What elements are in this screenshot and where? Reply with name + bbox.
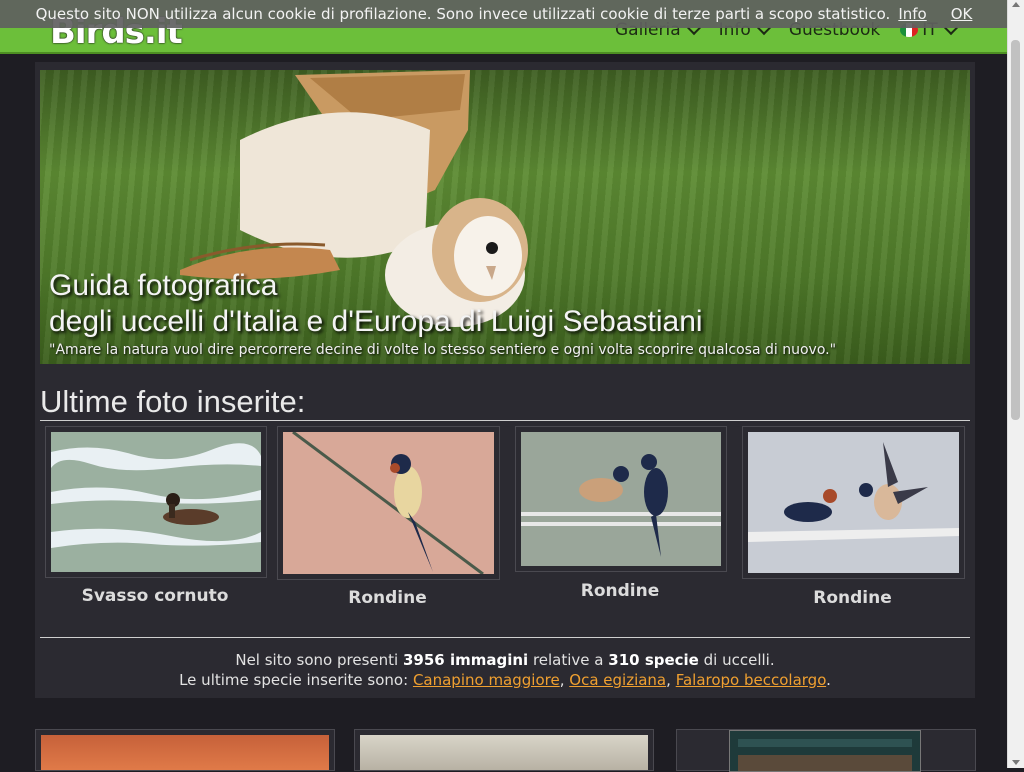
scroll-down-arrow-icon[interactable]	[1012, 760, 1020, 765]
site-stats: Nel sito sono presenti 3956 immagini rel…	[40, 650, 970, 690]
main-panel: Guida fotografica degli uccelli d'Italia…	[35, 62, 975, 698]
photo-thumb-4[interactable]	[742, 426, 965, 579]
hero-title-line2: degli uccelli d'Italia e d'Europa di Lui…	[49, 305, 703, 338]
photo-thumb-2[interactable]	[277, 426, 500, 580]
photo-thumb-3[interactable]	[515, 426, 727, 572]
bird-photo	[360, 735, 648, 770]
hero-banner: Guida fotografica degli uccelli d'Italia…	[40, 70, 970, 364]
scrollbar-thumb[interactable]	[1011, 40, 1020, 420]
section-divider	[40, 420, 970, 421]
photo-caption-2[interactable]: Rondine	[277, 588, 498, 608]
species-link-oca[interactable]: Oca egiziana	[569, 671, 666, 689]
event-poster-ad[interactable]	[729, 730, 921, 772]
stats-middle: relative a	[532, 651, 604, 669]
photo-caption-4[interactable]: Rondine	[742, 588, 963, 608]
cookie-text: Questo sito NON utilizza alcun cookie di…	[35, 5, 891, 23]
cookie-ok-button[interactable]: OK	[951, 5, 973, 23]
scroll-up-arrow-icon[interactable]	[1012, 2, 1020, 7]
photo-caption-1[interactable]: Svasso cornuto	[45, 586, 265, 606]
swallows-feeding-photo	[748, 432, 959, 573]
latest-species-prefix: Le ultime specie inserite sono:	[179, 671, 409, 689]
stats-images-count: 3956 immagini	[402, 651, 529, 669]
cookie-banner: Questo sito NON utilizza alcun cookie di…	[0, 0, 1008, 28]
hero-quote: "Amare la natura vuol dire percorrere de…	[49, 342, 837, 358]
grebe-photo	[51, 432, 261, 572]
swallows-pair-photo	[521, 432, 721, 566]
sunset-photo	[41, 735, 329, 770]
species-link-falaropo[interactable]: Falaropo beccolargo	[676, 671, 826, 689]
photo-thumb-1[interactable]	[45, 426, 267, 578]
cookie-info-link[interactable]: Info	[898, 5, 926, 23]
stats-prefix: Nel sito sono presenti	[235, 651, 399, 669]
stats-species-count: 310 specie	[608, 651, 699, 669]
hero-title-line1: Guida fotografica	[49, 269, 278, 302]
hero-title: Guida fotografica degli uccelli d'Italia…	[49, 268, 703, 340]
photo-caption-3[interactable]: Rondine	[515, 581, 725, 601]
bottom-card-2[interactable]	[354, 729, 654, 771]
stats-line-1: Nel sito sono presenti 3956 immagini rel…	[40, 650, 970, 670]
stats-divider	[40, 637, 970, 638]
species-link-canapino[interactable]: Canapino maggiore	[413, 671, 560, 689]
latest-photos-title: Ultime foto inserite:	[40, 384, 306, 419]
page-scrollbar[interactable]	[1007, 0, 1024, 768]
species-separator: ,	[666, 671, 671, 689]
stats-suffix: di uccelli.	[703, 651, 775, 669]
species-separator: ,	[559, 671, 565, 689]
bottom-card-3	[676, 729, 976, 772]
bottom-card-1[interactable]	[35, 729, 335, 771]
stats-line-2: Le ultime specie inserite sono: Canapino…	[40, 670, 970, 690]
species-list-end: .	[826, 671, 831, 689]
swallow-on-wire-photo	[283, 432, 494, 574]
